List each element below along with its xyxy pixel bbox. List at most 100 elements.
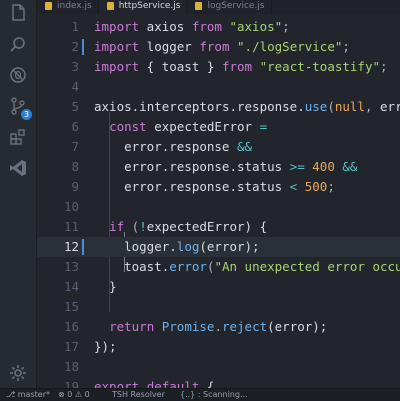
code-token: return: [109, 319, 155, 334]
code-token: expectedError) {: [146, 219, 268, 234]
code-line[interactable]: 13 toast.error("An unexpected error occu: [37, 257, 400, 277]
code-token: });: [94, 339, 117, 354]
warning-count: 0: [84, 390, 90, 399]
extensions-icon[interactable]: [7, 126, 29, 148]
line-number: 16: [63, 319, 79, 334]
code-line[interactable]: 3 import { toast } from "react-toastify";: [37, 57, 400, 77]
vscode-icon[interactable]: [7, 157, 29, 179]
code-token: ;: [327, 179, 335, 194]
line-number: 12: [63, 239, 79, 254]
tab-label: httpService.js: [118, 1, 181, 11]
code-token: use: [304, 99, 328, 114]
code-token: !: [139, 219, 147, 234]
code-token: "An unexpected error occu: [214, 259, 400, 274]
git-branch-icon: ⎇: [6, 390, 16, 399]
code-token: &&: [342, 159, 358, 174]
code-line[interactable]: 7 error.response &&: [37, 137, 400, 157]
code-line[interactable]: 16 return Promise.reject(error);: [37, 317, 400, 337]
code-line[interactable]: 10: [37, 197, 400, 217]
code-line[interactable]: 15: [37, 297, 400, 317]
code-line[interactable]: 5 axios.interceptors.response.use(null, e…: [37, 97, 400, 117]
code-token: axios: [139, 19, 192, 34]
code-token: .: [214, 319, 222, 334]
line-number: 14: [63, 279, 79, 294]
code-token: from: [221, 59, 253, 74]
code-token: log: [176, 239, 200, 254]
code-token: error: [380, 99, 400, 114]
code-token: reject: [221, 319, 268, 334]
code-token: >=: [289, 159, 305, 174]
status-bar: ⎇ master* ⊗ 0 ⚠ 0 TSH Resolver {..} : Sc…: [0, 388, 400, 401]
code-line[interactable]: 18: [37, 357, 400, 377]
modified-gutter-marker: [82, 239, 84, 255]
code-line[interactable]: 2 import logger from "./logService";: [37, 37, 400, 57]
js-file-icon: [45, 2, 52, 10]
resolver-status[interactable]: TSH Resolver: [112, 389, 165, 400]
code-token: (: [124, 219, 140, 234]
line-number: 7: [71, 139, 79, 154]
code-line[interactable]: 4: [37, 77, 400, 97]
line-number: 1: [71, 19, 79, 34]
code-token: Promise: [161, 319, 215, 334]
code-token: {: [199, 379, 215, 388]
code-line[interactable]: 9 error.response.status < 500;: [37, 177, 400, 197]
code-line[interactable]: 6 const expectedError =: [37, 117, 400, 137]
code-token: "axios": [229, 19, 283, 34]
code-token: import: [94, 39, 140, 54]
line-number: 2: [71, 39, 79, 54]
code-token: export: [94, 379, 140, 388]
code-token: error.response: [94, 139, 237, 154]
code-token: import: [94, 59, 140, 74]
line-number: 17: [63, 339, 79, 354]
activity-bar: 3: [0, 0, 37, 388]
line-number: 19: [63, 379, 79, 388]
code-token: "./logService": [237, 39, 343, 54]
branch-status[interactable]: ⎇ master*: [6, 389, 50, 400]
tab-httpservice-js[interactable]: httpService.js: [98, 0, 188, 14]
code-token: =: [259, 119, 268, 134]
code-token: from: [199, 39, 230, 54]
code-token: error.response.status: [94, 159, 290, 174]
code-token: (error);: [199, 239, 260, 254]
code-token: .interceptors.response.: [131, 99, 305, 114]
code-token: ;: [342, 39, 350, 54]
code-token: from: [191, 19, 222, 34]
code-token: if: [109, 219, 125, 234]
tab-logservice-js[interactable]: logService.js: [187, 0, 272, 14]
line-number: 9: [71, 179, 79, 194]
problems-status[interactable]: ⊗ 0 ⚠ 0: [58, 389, 90, 400]
gear-icon[interactable]: [7, 362, 29, 384]
source-control-icon[interactable]: 3: [7, 95, 32, 120]
search-icon[interactable]: [7, 34, 29, 56]
code-line[interactable]: 11 if (!expectedError) {: [37, 217, 400, 237]
code-line[interactable]: 19 export default {: [37, 377, 400, 388]
debug-no-bug-icon[interactable]: [7, 64, 29, 86]
line-number: 6: [71, 119, 79, 134]
code-token: (error);: [267, 319, 328, 334]
code-line[interactable]: 8 error.response.status >= 400 &&: [37, 157, 400, 177]
code-line[interactable]: 12 logger.log(error);: [37, 237, 400, 257]
js-file-icon: [106, 2, 114, 10]
line-number: 11: [63, 219, 79, 234]
code-editor[interactable]: 1 import axios from "axios"; 2 import logge…: [37, 14, 400, 388]
code-line[interactable]: 1 import axios from "axios";: [37, 17, 400, 37]
code-token: ,: [364, 99, 381, 114]
code-token: null: [334, 99, 365, 114]
code-token: ;: [282, 19, 290, 34]
code-line[interactable]: 17});: [37, 337, 400, 357]
files-icon[interactable]: [7, 2, 29, 24]
line-number: 5: [71, 99, 79, 114]
code-token: 500: [304, 179, 328, 194]
line-number: 15: [63, 299, 79, 314]
code-token: "react-toastify": [259, 59, 381, 74]
code-line[interactable]: 14 }: [37, 277, 400, 297]
tab-index-js[interactable]: index.js: [37, 0, 99, 14]
modified-gutter-marker: [82, 39, 84, 55]
